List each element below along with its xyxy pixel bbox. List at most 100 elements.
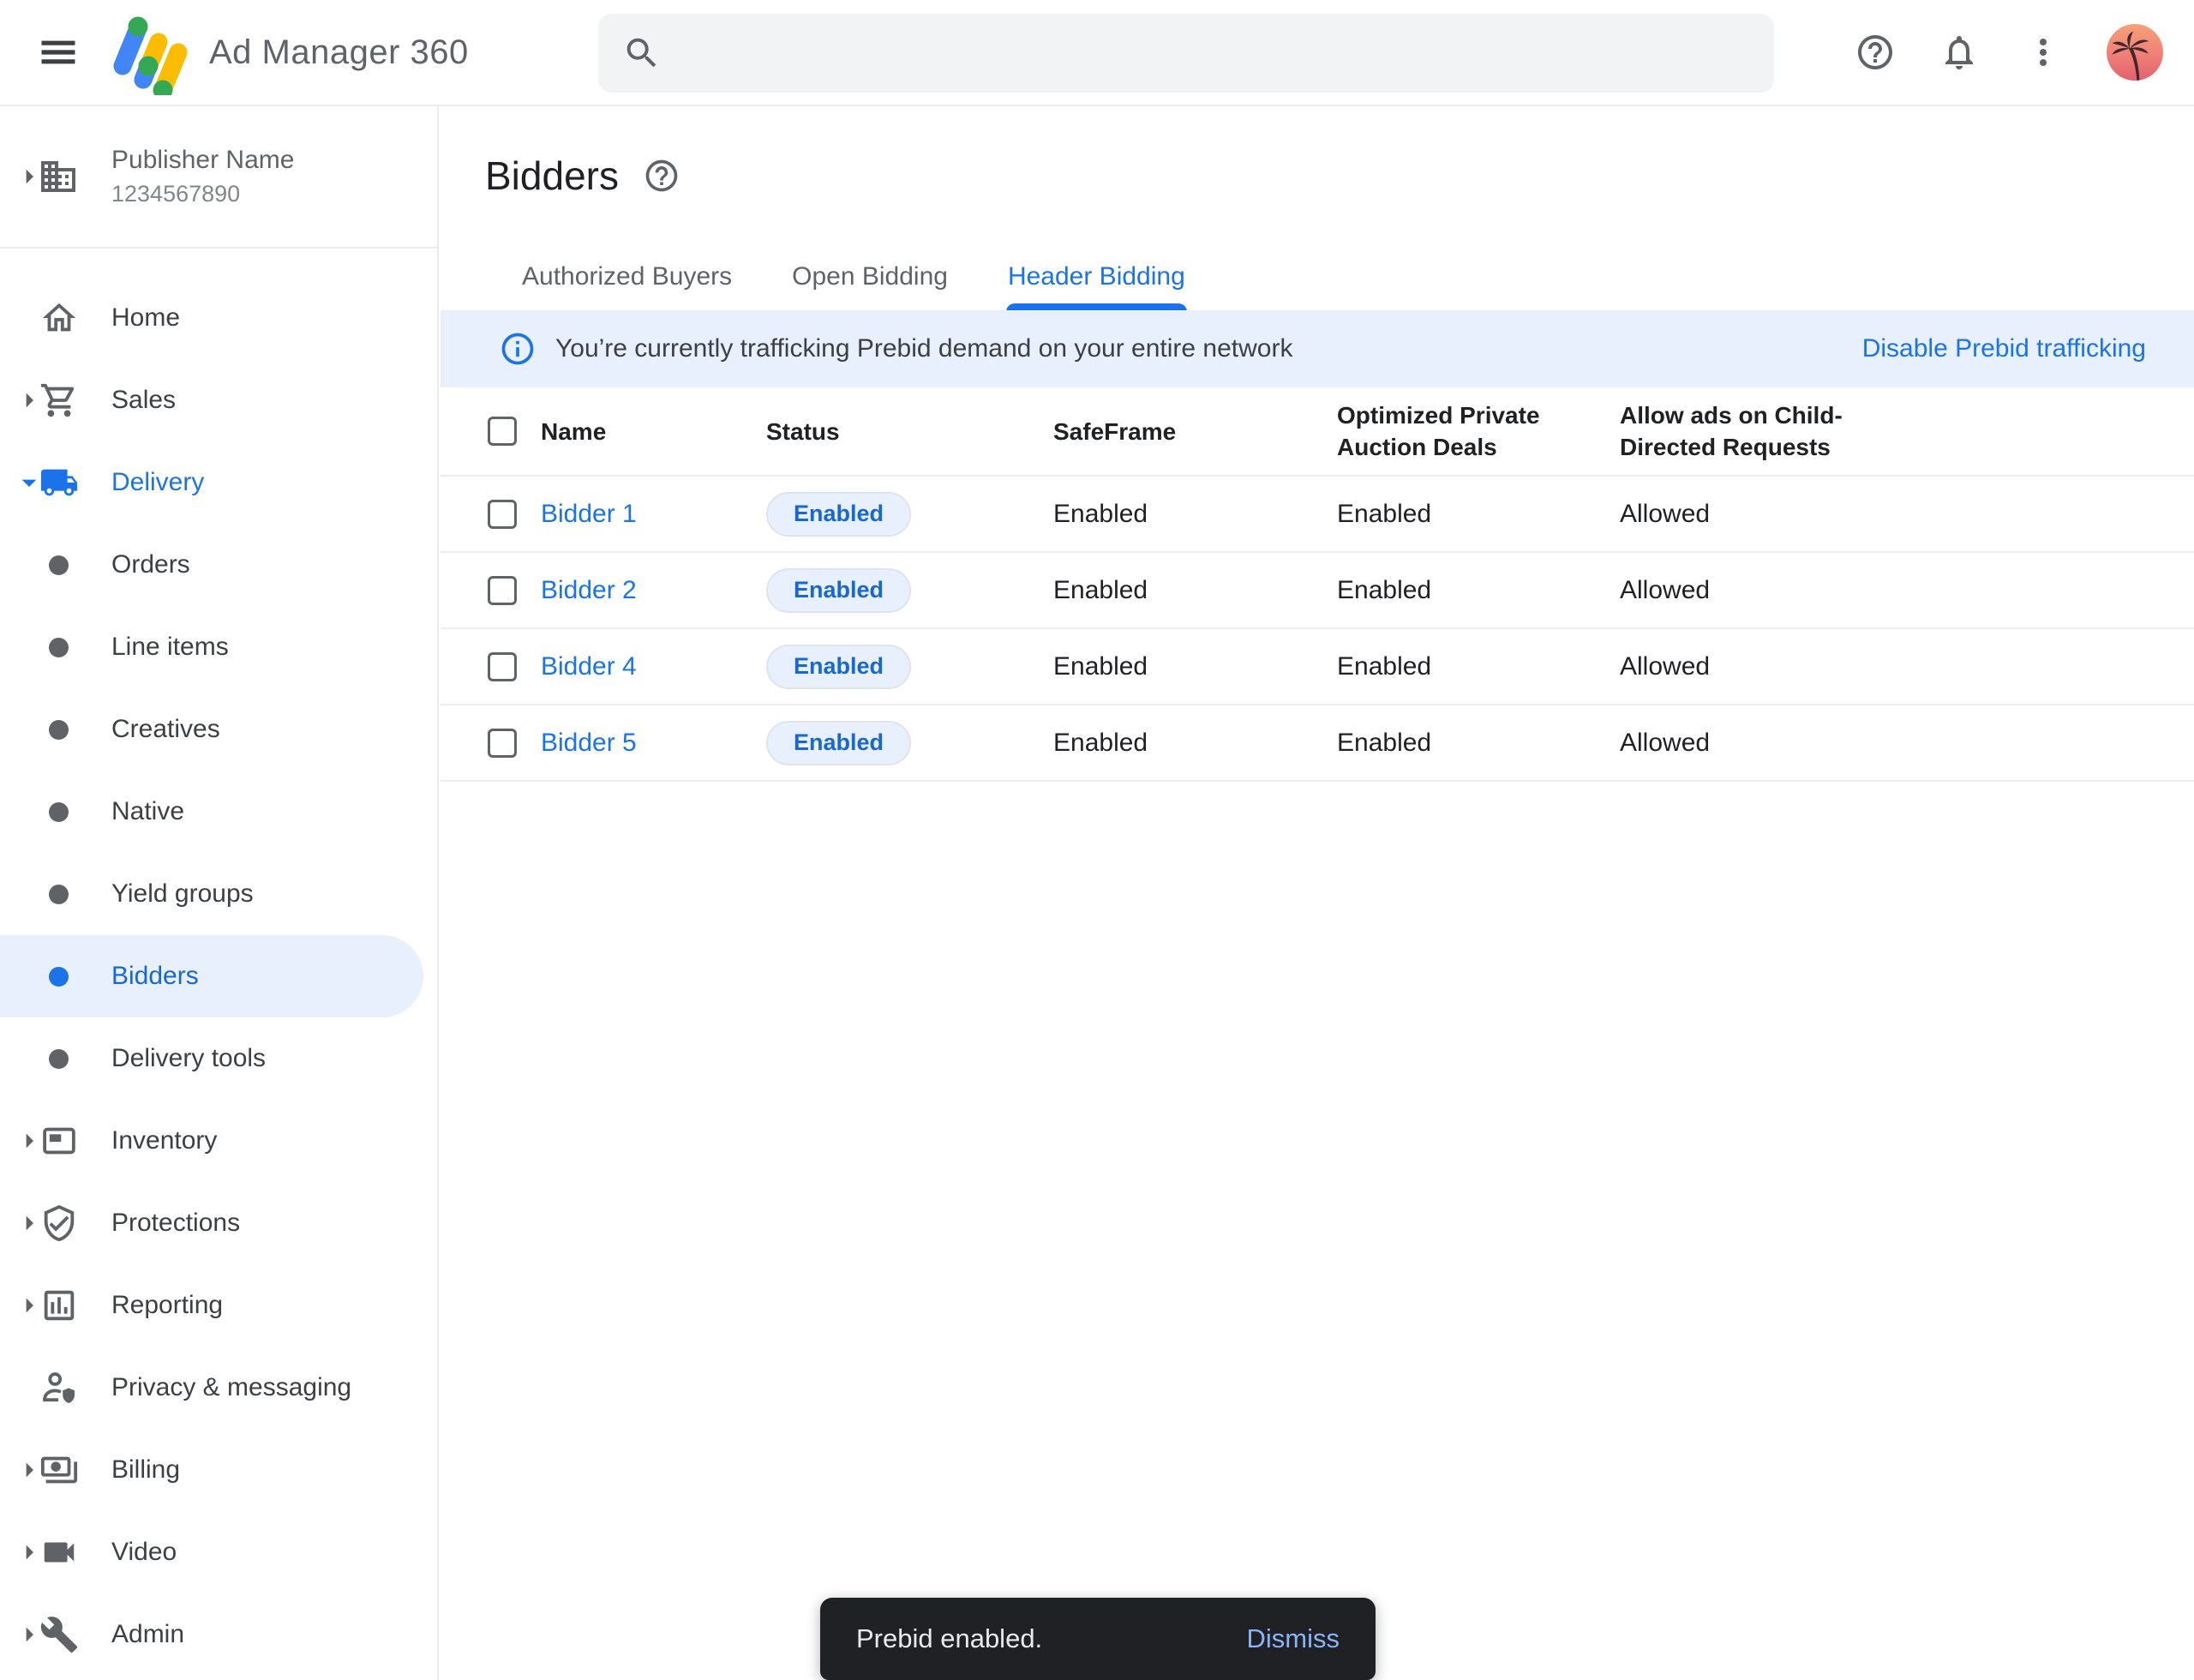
prebid-info-banner: You’re currently trafficking Prebid dema… [441, 310, 2194, 387]
bidder-link[interactable]: Bidder 5 [541, 729, 637, 757]
publisher-id: 1234567890 [111, 181, 294, 207]
optimized-deals-cell: Enabled [1337, 652, 1620, 681]
sidebar-item-video[interactable]: Video [0, 1511, 437, 1593]
tab-authorized-buyers[interactable]: Authorized Buyers [520, 250, 734, 312]
status-badge: Enabled [766, 492, 911, 537]
ad-unit-icon [39, 1121, 79, 1161]
info-icon [499, 330, 537, 368]
help-icon[interactable] [1855, 32, 1896, 73]
wrench-icon [39, 1615, 79, 1654]
status-badge: Enabled [766, 568, 911, 613]
safeframe-cell: Enabled [1053, 500, 1337, 529]
main-content: Bidders Authorized Buyers Open Bidding H… [441, 106, 2194, 1680]
toast-dismiss-button[interactable]: Dismiss [1247, 1623, 1340, 1654]
bullet-icon [49, 555, 69, 575]
person-shield-icon [39, 1368, 79, 1407]
sidebar-item-home[interactable]: Home [0, 277, 437, 359]
ad-manager-logo-icon [108, 9, 190, 95]
child-directed-cell: Allowed [1620, 652, 2194, 681]
notifications-icon[interactable] [1939, 32, 1980, 73]
snackbar-toast: Prebid enabled. Dismiss [820, 1598, 1376, 1680]
sidebar-item-billing[interactable]: Billing [0, 1429, 437, 1511]
bar-chart-icon [39, 1286, 79, 1325]
table-row: Bidder 4 Enabled Enabled Enabled Allowed [441, 629, 2194, 705]
app-title: Ad Manager 360 [209, 33, 469, 72]
home-icon [39, 298, 79, 338]
bidder-link[interactable]: Bidder 2 [541, 576, 637, 604]
child-directed-cell: Allowed [1620, 729, 2194, 758]
column-header-name: Name [541, 416, 766, 447]
tab-header-bidding[interactable]: Header Bidding [1006, 250, 1187, 312]
sidebar-item-delivery-tools[interactable]: Delivery tools [0, 1017, 437, 1100]
bullet-icon [49, 885, 69, 904]
account-avatar[interactable] [2107, 24, 2163, 81]
safeframe-cell: Enabled [1053, 576, 1337, 605]
sidebar-item-bidders[interactable]: Bidders [0, 935, 423, 1017]
column-header-safeframe: SafeFrame [1053, 416, 1337, 447]
sidebar-item-orders[interactable]: Orders [0, 524, 437, 606]
disable-prebid-trafficking-link[interactable]: Disable Prebid trafficking [1862, 334, 2146, 363]
column-header-optimized-private-auction-deals: Optimized Private Auction Deals [1337, 399, 1594, 463]
child-directed-cell: Allowed [1620, 576, 2194, 605]
app-bar-actions [1855, 24, 2194, 81]
sidebar-item-privacy-messaging[interactable]: Privacy & messaging [0, 1347, 437, 1429]
bullet-icon [49, 638, 69, 657]
search-bar[interactable] [598, 14, 1774, 93]
sidebar-nav: Home Sales Delivery Orders [0, 249, 437, 1676]
bidder-link[interactable]: Bidder 1 [541, 500, 637, 528]
table-row: Bidder 1 Enabled Enabled Enabled Allowed [441, 477, 2194, 553]
sidebar-item-delivery[interactable]: Delivery [0, 441, 437, 524]
truck-icon [39, 463, 79, 502]
bullet-icon [49, 1049, 69, 1069]
tab-open-bidding[interactable]: Open Bidding [790, 250, 950, 312]
optimized-deals-cell: Enabled [1337, 576, 1620, 605]
search-icon [622, 33, 662, 73]
sidebar-item-native[interactable]: Native [0, 771, 437, 853]
sidebar-item-protections[interactable]: Protections [0, 1182, 437, 1264]
shield-check-icon [39, 1203, 79, 1243]
toast-message: Prebid enabled. [856, 1623, 1042, 1654]
sidebar-item-creatives[interactable]: Creatives [0, 688, 437, 771]
sidebar-item-line-items[interactable]: Line items [0, 606, 437, 688]
table-row: Bidder 5 Enabled Enabled Enabled Allowed [441, 705, 2194, 782]
page-help-icon[interactable] [643, 157, 680, 195]
sidebar-item-admin[interactable]: Admin [0, 1593, 437, 1676]
cart-icon [39, 381, 79, 420]
payments-icon [39, 1450, 79, 1490]
row-checkbox[interactable] [488, 729, 517, 758]
sidebar-item-sales[interactable]: Sales [0, 359, 437, 441]
page-title: Bidders [485, 153, 619, 199]
row-checkbox[interactable] [488, 500, 517, 529]
bidder-link[interactable]: Bidder 4 [541, 652, 637, 681]
row-checkbox[interactable] [488, 652, 517, 681]
row-checkbox[interactable] [488, 576, 517, 605]
publisher-account-selector[interactable]: Publisher Name 1234567890 [0, 106, 437, 249]
sidebar: Publisher Name 1234567890 Home Sales [0, 106, 439, 1680]
optimized-deals-cell: Enabled [1337, 500, 1620, 529]
bullet-icon [49, 720, 69, 740]
tab-bar: Authorized Buyers Open Bidding Header Bi… [520, 250, 1187, 312]
child-directed-cell: Allowed [1620, 500, 2194, 529]
safeframe-cell: Enabled [1053, 729, 1337, 758]
bidders-table: Name Status SafeFrame Optimized Private … [441, 387, 2194, 782]
building-icon [38, 156, 79, 197]
column-header-status: Status [766, 416, 1053, 447]
more-vert-icon[interactable] [2023, 32, 2064, 73]
sidebar-item-inventory[interactable]: Inventory [0, 1100, 437, 1182]
select-all-checkbox[interactable] [488, 417, 517, 446]
banner-message: You’re currently trafficking Prebid dema… [555, 334, 1292, 363]
sidebar-item-reporting[interactable]: Reporting [0, 1264, 437, 1347]
menu-icon[interactable] [31, 25, 86, 80]
sidebar-item-yield-groups[interactable]: Yield groups [0, 853, 437, 935]
search-input[interactable] [680, 38, 1750, 69]
table-header-row: Name Status SafeFrame Optimized Private … [441, 387, 2194, 477]
publisher-name: Publisher Name [111, 146, 294, 175]
bullet-icon [49, 967, 69, 987]
column-header-allow-ads-child-directed: Allow ads on Child-Directed Requests [1620, 399, 1855, 463]
videocam-icon [39, 1533, 79, 1572]
safeframe-cell: Enabled [1053, 652, 1337, 681]
app-bar: Ad Manager 360 [0, 0, 2194, 106]
status-badge: Enabled [766, 645, 911, 689]
table-row: Bidder 2 Enabled Enabled Enabled Allowed [441, 553, 2194, 629]
bullet-icon [49, 802, 69, 822]
